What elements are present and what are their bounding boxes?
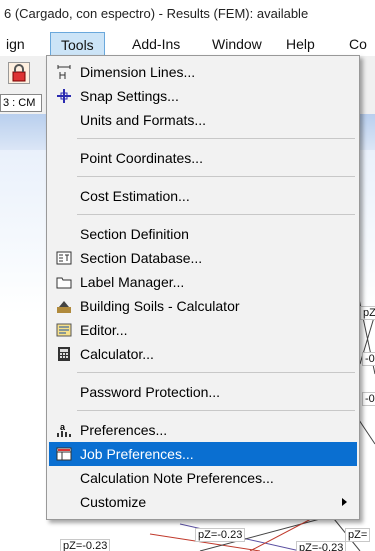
svg-text:a: a — [60, 422, 66, 432]
canvas-label: pZ=-0.23 — [195, 528, 246, 542]
menu-bar: ign Tools Add-Ins Window Help Co — [0, 32, 375, 57]
menu-co[interactable]: Co — [349, 32, 367, 56]
snap-settings-icon — [56, 88, 72, 104]
building-soils-icon — [56, 298, 72, 314]
section-database-icon — [56, 250, 72, 266]
menu-item-building-soils[interactable]: Building Soils - Calculator — [49, 294, 357, 318]
tools-menu: Dimension Lines... Snap Settings... Unit… — [46, 55, 360, 520]
menu-item-customize[interactable]: Customize — [49, 490, 357, 514]
menu-add-ins[interactable]: Add-Ins — [132, 32, 180, 56]
folder-icon — [56, 274, 72, 290]
menu-item-preferences[interactable]: a Preferences... — [49, 418, 357, 442]
submenu-arrow-icon — [342, 498, 347, 506]
menu-item-units-formats[interactable]: Units and Formats... — [49, 108, 357, 132]
canvas-label: pZ=-0.23 — [60, 539, 111, 551]
job-preferences-icon — [56, 446, 72, 462]
load-case-combo[interactable]: 3 : CM — [0, 94, 42, 112]
editor-icon — [56, 322, 72, 338]
menu-item-section-definition[interactable]: Section Definition — [49, 222, 357, 246]
menu-separator — [77, 176, 355, 177]
dimension-lines-icon — [56, 64, 72, 80]
menu-separator — [77, 138, 355, 139]
menu-item-calculation-note-preferences[interactable]: Calculation Note Preferences... — [49, 466, 357, 490]
canvas-label: pZ — [360, 306, 375, 320]
menu-item-cost-estimation[interactable]: Cost Estimation... — [49, 184, 357, 208]
window-title: 6 (Cargado, con espectro) - Results (FEM… — [0, 0, 375, 32]
menu-item-label-manager[interactable]: Label Manager... — [49, 270, 357, 294]
menu-item-editor[interactable]: Editor... — [49, 318, 357, 342]
menu-item-dimension-lines[interactable]: Dimension Lines... — [49, 60, 357, 84]
menu-help[interactable]: Help — [286, 32, 315, 56]
menu-separator — [77, 372, 355, 373]
canvas-label: -0 — [362, 352, 375, 366]
menu-item-calculator[interactable]: Calculator... — [49, 342, 357, 366]
lock-icon[interactable] — [8, 62, 30, 84]
menu-design[interactable]: ign — [6, 32, 25, 56]
menu-item-job-preferences[interactable]: Job Preferences... — [49, 442, 357, 466]
menu-item-section-database[interactable]: Section Database... — [49, 246, 357, 270]
canvas-label: pZ= — [345, 528, 371, 542]
menu-tools[interactable]: Tools — [50, 32, 105, 56]
menu-separator — [77, 410, 355, 411]
menu-separator — [77, 214, 355, 215]
menu-item-snap-settings[interactable]: Snap Settings... — [49, 84, 357, 108]
calculator-icon — [56, 346, 72, 362]
preferences-icon: a — [56, 422, 72, 438]
menu-window[interactable]: Window — [212, 32, 262, 56]
menu-item-point-coordinates[interactable]: Point Coordinates... — [49, 146, 357, 170]
menu-item-password-protection[interactable]: Password Protection... — [49, 380, 357, 404]
canvas-label: -0 — [362, 392, 375, 406]
canvas-label: pZ=-0.23 — [296, 541, 347, 551]
